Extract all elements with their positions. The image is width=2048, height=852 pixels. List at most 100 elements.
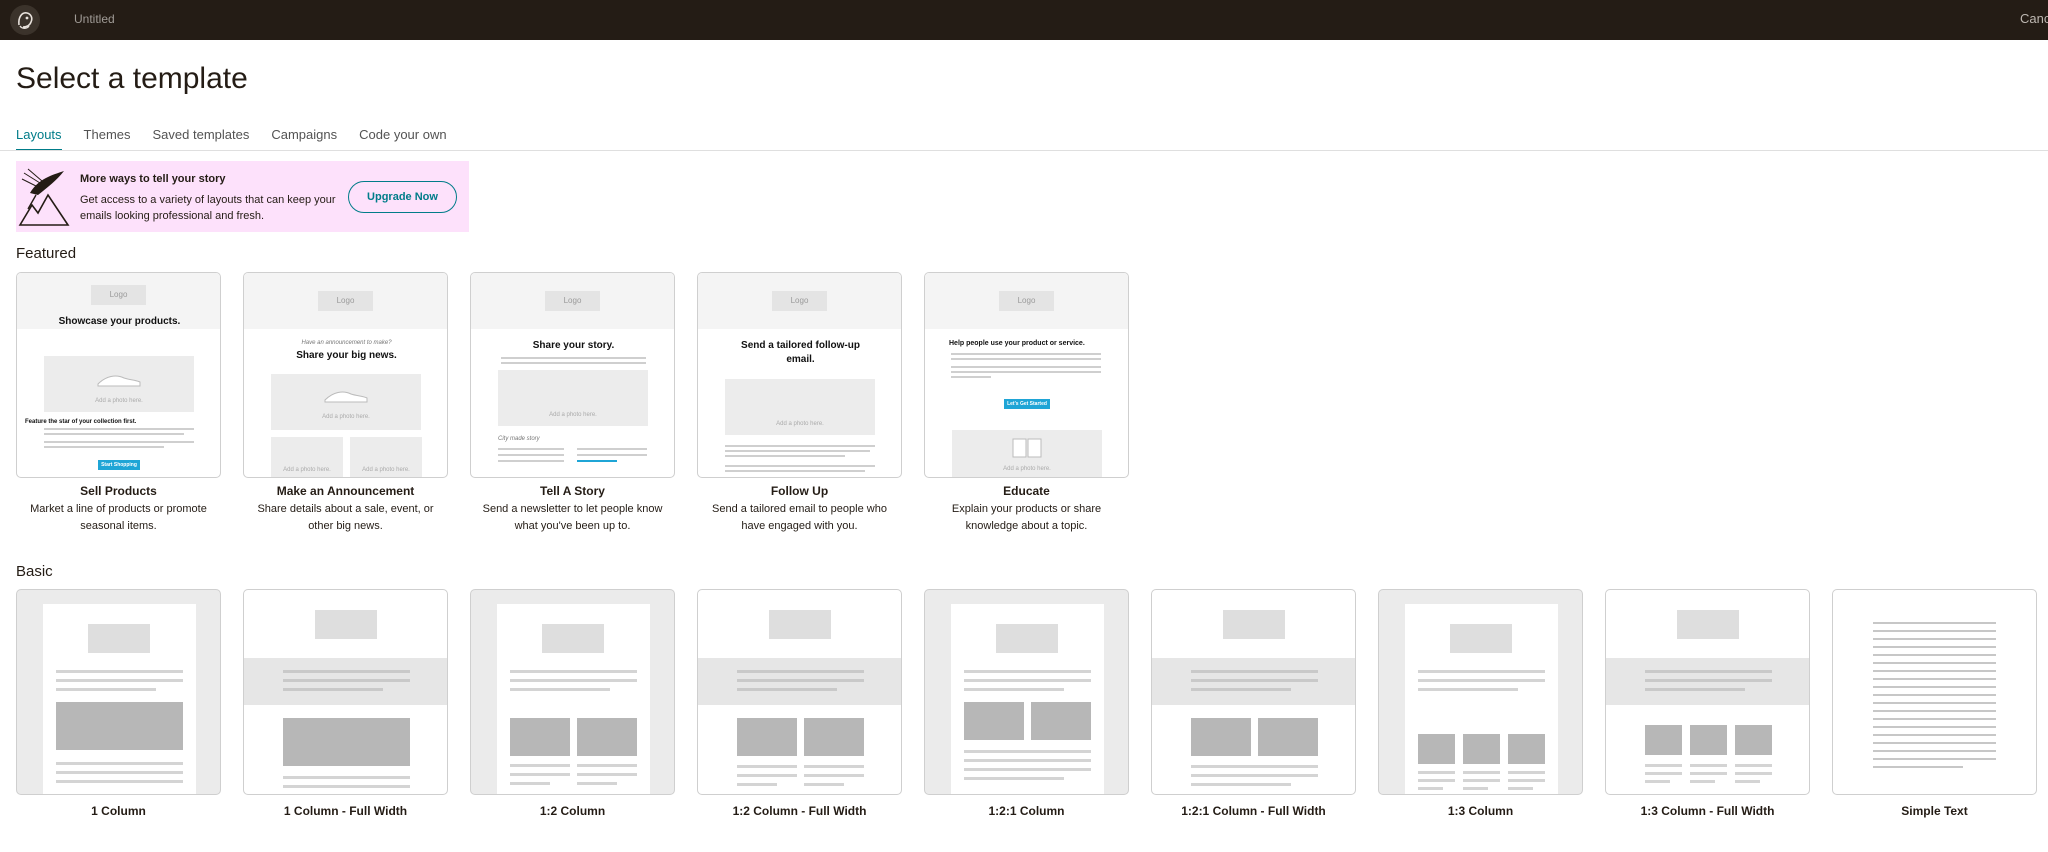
preview-text-line <box>44 428 194 430</box>
template-preview[interactable]: Logo Send a tailored follow-up email. Ad… <box>697 272 902 478</box>
preview-paper <box>497 604 650 794</box>
preview-text-line <box>577 448 647 450</box>
preview-logo-block <box>1677 610 1739 639</box>
template-preview[interactable] <box>16 589 221 795</box>
basic-card-1-2-column-full-width[interactable]: 1:2 Column - Full Width <box>697 589 902 818</box>
preview-image-block <box>1031 702 1091 740</box>
document-title[interactable]: Untitled <box>74 12 115 26</box>
template-description: Market a line of products or promote sea… <box>30 503 207 532</box>
preview-text-line <box>1735 764 1772 767</box>
preview-logo: Logo <box>772 291 827 311</box>
preview-logo: Logo <box>91 285 146 305</box>
preview-image-block <box>1690 725 1727 755</box>
template-preview[interactable] <box>470 589 675 795</box>
preview-text-line <box>1873 758 1996 760</box>
preview-image-block <box>1645 725 1682 755</box>
preview-text-line <box>1873 686 1996 688</box>
preview-text-line <box>1645 780 1670 783</box>
basic-card-simple-text[interactable]: Simple Text <box>1832 589 2037 818</box>
preview-image-block <box>510 718 570 756</box>
featured-card-educate[interactable]: Logo Help people use your product or ser… <box>924 272 1129 535</box>
preview-text-line <box>1191 783 1291 786</box>
preview-text-line <box>951 376 991 378</box>
template-preview[interactable] <box>1151 589 1356 795</box>
basic-card-1-3-column-full-width[interactable]: 1:3 Column - Full Width <box>1605 589 1810 818</box>
template-name: 1:2:1 Column <box>988 804 1065 818</box>
preview-text-line <box>1191 679 1318 682</box>
mailchimp-freddie-icon[interactable] <box>10 5 40 35</box>
preview-text-line <box>804 774 864 777</box>
preview-cta-button: Start Shopping <box>98 460 140 470</box>
featured-card-follow-up[interactable]: Logo Send a tailored follow-up email. Ad… <box>697 272 902 535</box>
template-name: 1:2:1 Column - Full Width <box>1181 804 1326 818</box>
preview-text-line <box>577 764 637 767</box>
tab-campaigns[interactable]: Campaigns <box>271 127 337 151</box>
basic-card-1-2-column[interactable]: 1:2 Column <box>470 589 675 818</box>
preview-text-line <box>737 679 864 682</box>
preview-logo-block <box>1450 624 1512 653</box>
preview-text-line <box>1873 662 1996 664</box>
template-description: Explain your products or share knowledge… <box>951 503 1102 532</box>
tab-layouts[interactable]: Layouts <box>16 127 62 151</box>
preview-text-line <box>510 773 570 776</box>
preview-photo: Add a photo here. <box>725 379 875 435</box>
preview-photo: Add a photo here. <box>350 437 422 477</box>
template-preview[interactable] <box>1378 589 1583 795</box>
preview-text-line <box>1735 772 1772 775</box>
template-preview[interactable] <box>697 589 902 795</box>
featured-card-sell-products[interactable]: Logo Showcase your products. Add a photo… <box>16 272 221 535</box>
template-preview[interactable]: Logo Help people use your product or ser… <box>924 272 1129 478</box>
preview-text-line <box>1873 646 1996 648</box>
cancel-link[interactable]: Cancel <box>2020 11 2048 26</box>
preview-logo: Logo <box>318 291 373 311</box>
preview-text-line <box>804 783 844 786</box>
preview-text-line <box>804 765 864 768</box>
shoe-illustration-icon <box>96 370 142 393</box>
page-title: Select a template <box>16 62 248 95</box>
preview-text-line <box>1418 679 1545 682</box>
preview-text-line <box>577 773 637 776</box>
tab-themes[interactable]: Themes <box>84 127 131 151</box>
preview-text-line <box>1873 718 1996 720</box>
preview-logo-block <box>315 610 377 639</box>
preview-text-line <box>1508 771 1545 774</box>
featured-heading: Featured <box>16 245 77 262</box>
basic-card-1-2-1-column-full-width[interactable]: 1:2:1 Column - Full Width <box>1151 589 1356 818</box>
basic-card-1-3-column[interactable]: 1:3 Column <box>1378 589 1583 818</box>
basic-card-1-column[interactable]: 1 Column <box>16 589 221 818</box>
tab-saved-templates[interactable]: Saved templates <box>153 127 250 151</box>
template-preview[interactable] <box>1832 589 2037 795</box>
template-description: Share details about a sale, event, or ot… <box>257 503 434 532</box>
tabs-divider <box>0 150 2048 151</box>
basic-card-1-2-1-column[interactable]: 1:2:1 Column <box>924 589 1129 818</box>
template-name: 1 Column - Full Width <box>283 804 408 818</box>
basic-card-1-column-full-width[interactable]: 1 Column - Full Width <box>243 589 448 818</box>
preview-text-line <box>1873 638 1996 640</box>
preview-text-line <box>1191 765 1318 768</box>
template-preview[interactable] <box>243 589 448 795</box>
preview-text-line <box>501 357 646 359</box>
preview-text-line <box>1645 688 1745 691</box>
preview-photo-label: Add a photo here. <box>776 421 824 427</box>
template-preview[interactable] <box>924 589 1129 795</box>
template-preview[interactable] <box>1605 589 1810 795</box>
template-preview[interactable]: Logo Have an announcement to make? Share… <box>243 272 448 478</box>
preview-image-block <box>56 702 183 750</box>
preview-text-line <box>964 688 1064 691</box>
preview-text-line <box>1873 710 1996 712</box>
template-preview[interactable]: Logo Share your story. Add a photo here.… <box>470 272 675 478</box>
preview-text-line <box>1873 622 1996 624</box>
preview-image-block <box>804 718 864 756</box>
preview-logo: Logo <box>545 291 600 311</box>
preview-photo: Add a photo here. <box>952 430 1102 477</box>
featured-card-tell-a-story[interactable]: Logo Share your story. Add a photo here.… <box>470 272 675 535</box>
featured-card-make-an-announcement[interactable]: Logo Have an announcement to make? Share… <box>243 272 448 535</box>
preview-text-line <box>283 776 410 779</box>
template-description: Send a tailored email to people who have… <box>712 503 887 532</box>
template-preview[interactable]: Logo Showcase your products. Add a photo… <box>16 272 221 478</box>
tab-code-your-own[interactable]: Code your own <box>359 127 446 151</box>
preview-text-line <box>44 446 164 448</box>
preview-text-line <box>964 679 1091 682</box>
upgrade-now-button[interactable]: Upgrade Now <box>348 181 457 213</box>
preview-text-line <box>510 679 637 682</box>
